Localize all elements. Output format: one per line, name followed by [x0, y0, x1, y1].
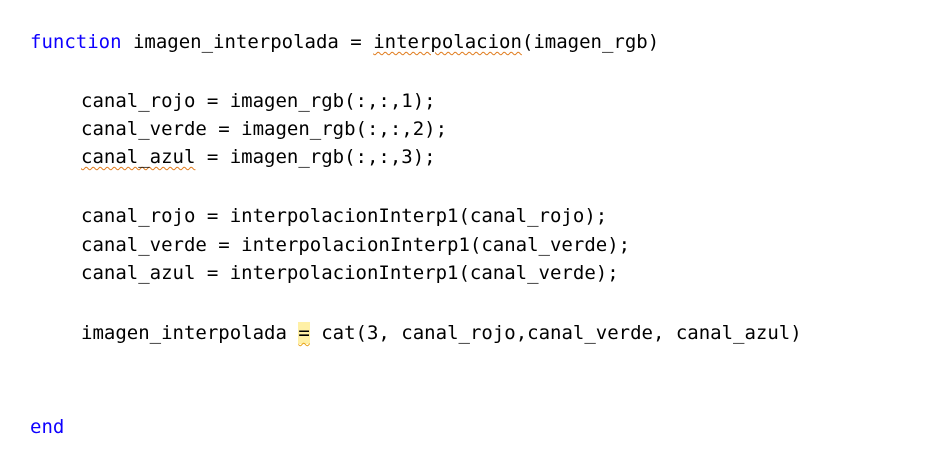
statement-text: = imagen_rgb(:,:,3); [195, 146, 436, 168]
unused-variable-warning[interactable]: canal_azul [81, 146, 195, 168]
statement-text: canal_verde = interpolacionInterp1(canal… [81, 234, 631, 256]
code-line-interp-verde[interactable]: canal_verde = interpolacionInterp1(canal… [30, 234, 630, 256]
function-keyword: function [30, 31, 122, 53]
signature-output: imagen_interpolada = [121, 31, 374, 53]
statement-text: cat(3, canal_rojo,canal_verde, canal_azu… [309, 322, 802, 344]
code-line-canal-verde[interactable]: canal_verde = imagen_rgb(:,:,2); [30, 118, 447, 140]
function-name-warning[interactable]: interpolacion [373, 31, 522, 53]
code-line-end[interactable]: end [30, 416, 64, 438]
code-line-cat[interactable]: imagen_interpolada = cat(3, canal_rojo,c… [30, 322, 802, 344]
end-keyword: end [30, 416, 65, 438]
statement-text: imagen_interpolada [81, 322, 299, 344]
code-line-function-signature[interactable]: function imagen_interpolada = interpolac… [30, 31, 659, 53]
statement-text: canal_rojo = interpolacionInterp1(canal_… [81, 205, 608, 227]
statement-text: canal_verde = imagen_rgb(:,:,2); [81, 118, 448, 140]
code-line-interp-rojo[interactable]: canal_rojo = interpolacionInterp1(canal_… [30, 205, 607, 227]
missing-semicolon-warning[interactable]: = [298, 322, 310, 344]
code-line-interp-azul[interactable]: canal_azul = interpolacionInterp1(canal_… [30, 262, 619, 284]
signature-args: (imagen_rgb) [521, 31, 660, 53]
statement-text: canal_rojo = imagen_rgb(:,:,1); [81, 90, 436, 112]
code-line-canal-rojo[interactable]: canal_rojo = imagen_rgb(:,:,1); [30, 90, 436, 112]
code-line-canal-azul[interactable]: canal_azul = imagen_rgb(:,:,3); [30, 146, 436, 168]
code-editor[interactable]: function imagen_interpolada = interpolac… [0, 0, 933, 455]
statement-text: canal_azul = interpolacionInterp1(canal_… [81, 262, 619, 284]
